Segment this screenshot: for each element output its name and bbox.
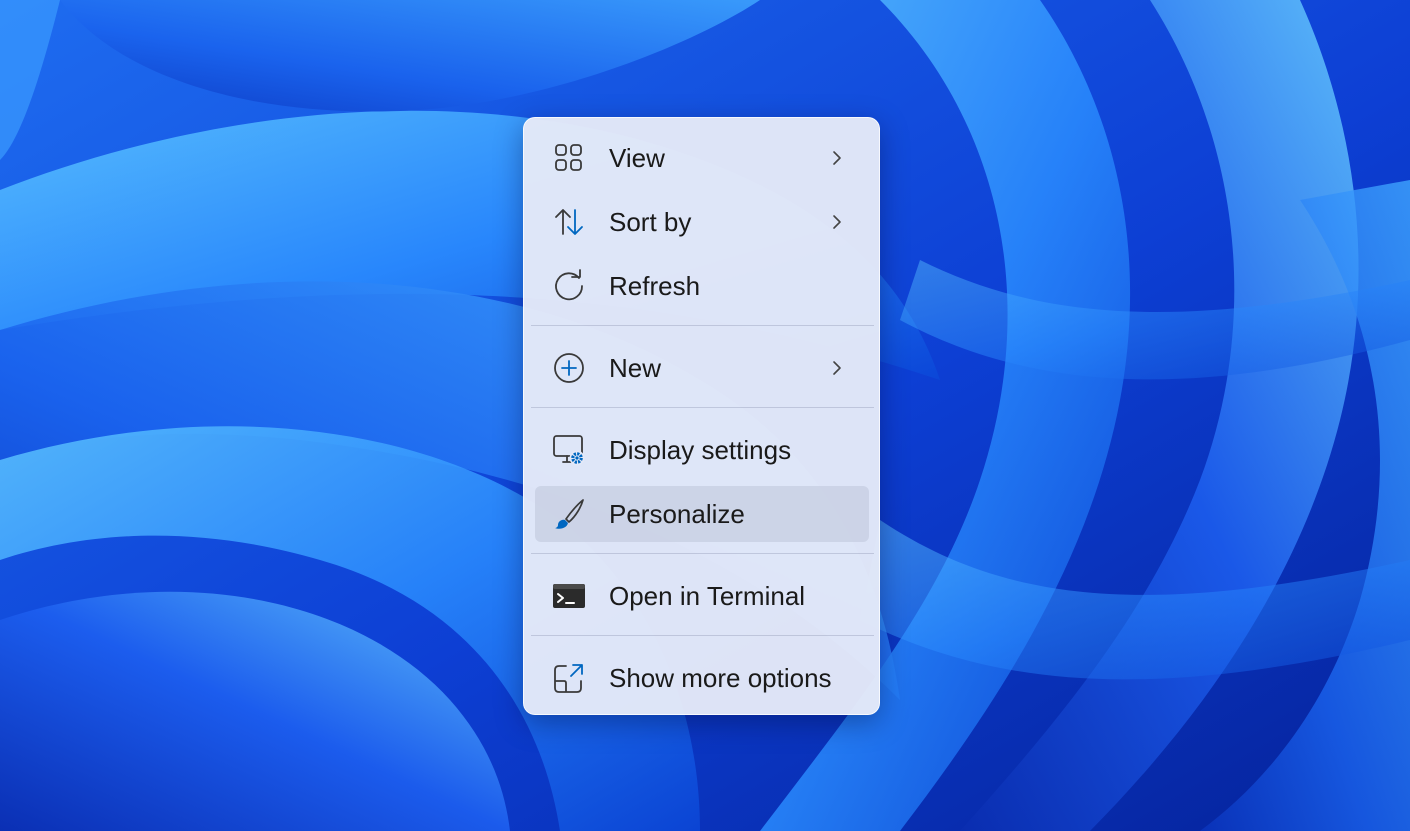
menu-separator xyxy=(531,325,874,326)
display-settings-icon xyxy=(553,435,585,466)
menu-separator xyxy=(531,635,874,636)
chevron-right-icon xyxy=(833,361,841,375)
menu-item-label: Sort by xyxy=(609,207,692,237)
sort-arrows-icon xyxy=(555,209,583,235)
paintbrush-icon xyxy=(555,499,584,529)
terminal-icon xyxy=(553,584,585,608)
menu-separator xyxy=(531,553,874,554)
menu-item-label: Show more options xyxy=(609,663,832,693)
menu-separator xyxy=(531,407,874,408)
menu-item-label: Open in Terminal xyxy=(609,581,806,611)
view-grid-icon xyxy=(555,144,582,171)
menu-item-show-more-options[interactable]: Show more options xyxy=(535,650,869,706)
menu-item-refresh[interactable]: Refresh xyxy=(535,258,869,314)
menu-item-label: Refresh xyxy=(609,271,701,301)
menu-item-label: View xyxy=(609,143,665,173)
chevron-right-icon xyxy=(833,215,841,229)
new-plus-circle-icon xyxy=(554,353,584,383)
refresh-icon xyxy=(555,269,583,301)
menu-item-display-settings[interactable]: Display settings xyxy=(535,422,869,478)
menu-item-view[interactable]: View xyxy=(535,130,869,186)
chevron-right-icon xyxy=(833,151,841,165)
menu-item-label: Personalize xyxy=(609,499,745,529)
menu-item-sort-by[interactable]: Sort by xyxy=(535,194,869,250)
menu-item-new[interactable]: New xyxy=(535,340,869,396)
menu-item-label: Display settings xyxy=(609,435,792,465)
menu-item-personalize[interactable]: Personalize xyxy=(535,486,869,542)
desktop-context-menu: View Sort by Refresh New Display setting… xyxy=(523,117,880,715)
menu-item-open-in-terminal[interactable]: Open in Terminal xyxy=(535,568,869,624)
show-more-options-icon xyxy=(554,664,583,693)
menu-item-label: New xyxy=(609,353,662,383)
